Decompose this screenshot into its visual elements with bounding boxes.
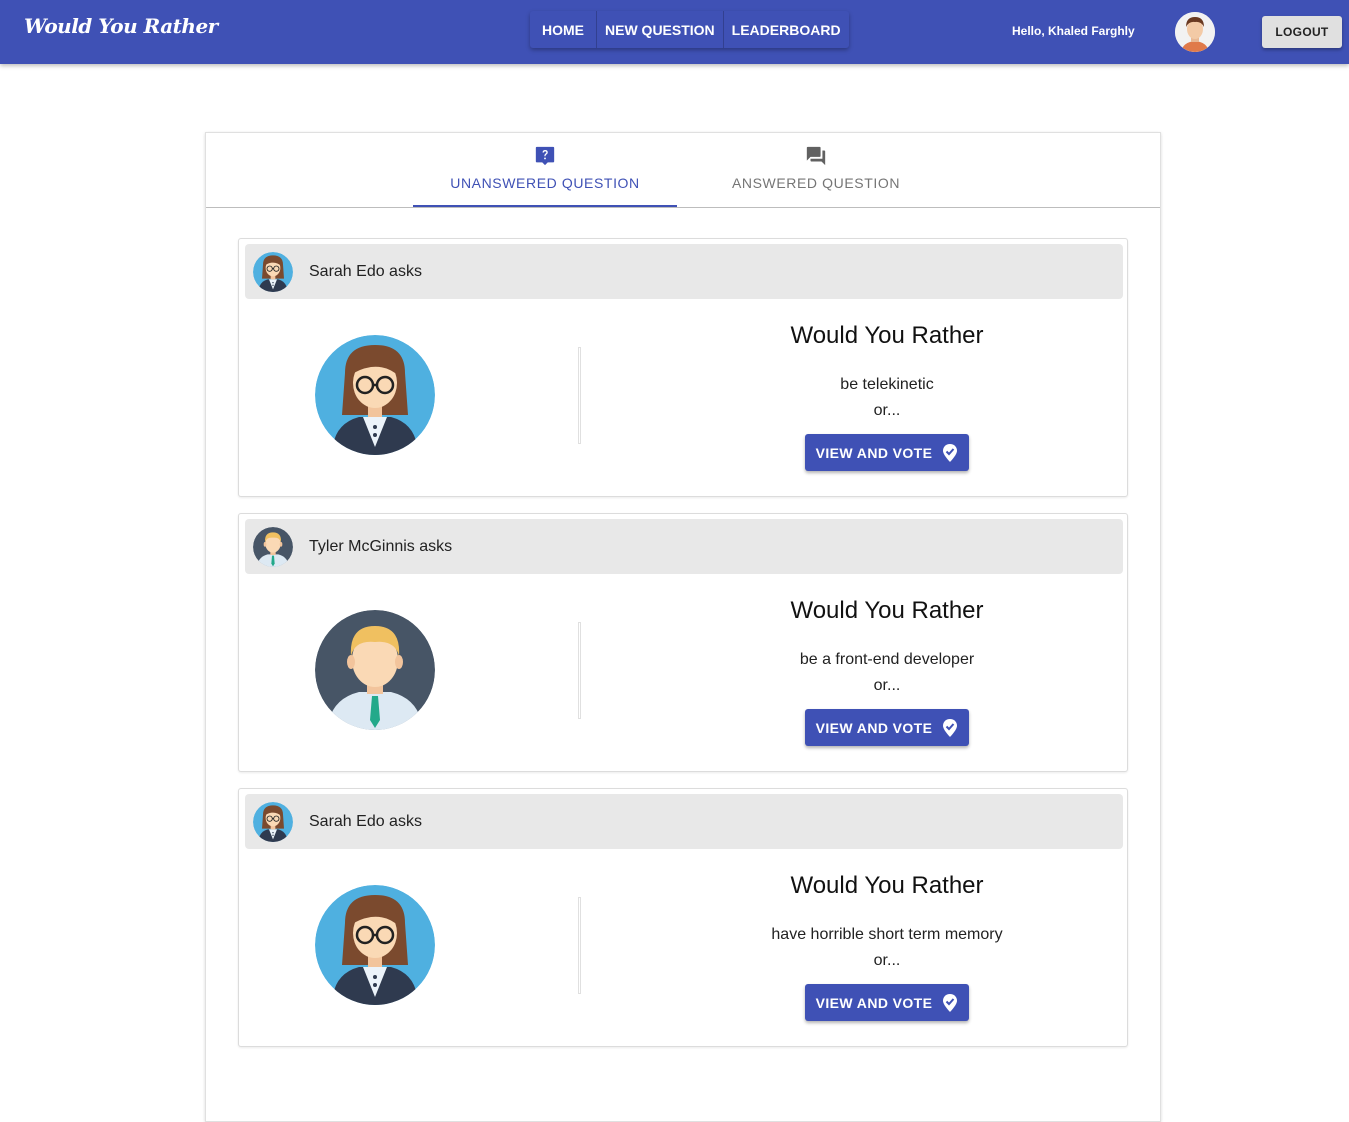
question-or-text: or... [873,402,901,419]
question-option-preview: be telekinetic [840,376,934,393]
question-card: Tyler McGinnis asks Would You Rather be … [238,513,1128,772]
asker-avatar-small [253,527,293,567]
asker-name: Sarah Edo asks [309,813,422,830]
tab-answered-label: ANSWERED QUESTION [731,175,901,191]
asker-avatar-small [253,252,293,292]
question-card: Sarah Edo asks Would You Rather have hor… [238,788,1128,1047]
asker-avatar-large [315,610,435,730]
asker-avatar-small [253,802,293,842]
question-body: Would You Rather be telekinetic or... [737,319,1037,420]
tab-answered[interactable]: ANSWERED QUESTION [684,133,948,207]
vote-check-icon [943,443,958,462]
question-option-preview: have horrible short term memory [771,926,1003,943]
user-greeting: Hello, Khaled Farghly [1012,24,1135,38]
question-option-preview: be a front-end developer [799,651,975,668]
question-card: Sarah Edo asks Would You Rather be telek… [238,238,1128,497]
nav-new-question-button[interactable]: NEW QUESTION [597,11,724,48]
tab-unanswered[interactable]: UNANSWERED QUESTION [413,133,677,207]
question-or-text: or... [873,952,901,969]
nav-leaderboard-button[interactable]: LEADERBOARD [724,11,849,48]
user-avatar[interactable] [1175,12,1215,52]
tab-unanswered-label: UNANSWERED QUESTION [450,175,640,191]
view-and-vote-button[interactable]: VIEW AND VOTE [805,984,969,1021]
question-title: Would You Rather [790,597,984,624]
question-title: Would You Rather [790,872,984,899]
brand-logo[interactable]: Would You Rather [24,14,218,38]
nav-home-button[interactable]: HOME [530,11,597,48]
question-card-header: Tyler McGinnis asks [245,519,1123,574]
asker-avatar-large [315,885,435,1005]
forum-icon [806,146,826,166]
question-card-header: Sarah Edo asks [245,794,1123,849]
asker-name: Tyler McGinnis asks [309,538,453,555]
logout-button[interactable]: LOGOUT [1262,16,1342,48]
vertical-divider [578,897,581,994]
question-body: Would You Rather have horrible short ter… [737,869,1037,970]
question-card-header: Sarah Edo asks [245,244,1123,299]
app-bar: Would You Rather HOME NEW QUESTION LEADE… [0,0,1349,64]
vote-check-icon [943,993,958,1012]
question-tabs: UNANSWERED QUESTION ANSWERED QUESTION [206,133,1160,208]
main-nav: HOME NEW QUESTION LEADERBOARD [530,11,849,48]
vertical-divider [578,622,581,719]
vote-check-icon [943,718,958,737]
view-and-vote-label: VIEW AND VOTE [815,444,933,461]
question-title: Would You Rather [790,322,984,349]
view-and-vote-button[interactable]: VIEW AND VOTE [805,709,969,746]
question-or-text: or... [873,677,901,694]
asker-name: Sarah Edo asks [309,263,422,280]
view-and-vote-label: VIEW AND VOTE [815,719,933,736]
questions-panel: UNANSWERED QUESTION ANSWERED QUESTION Sa… [205,132,1161,1122]
asker-avatar-large [315,335,435,455]
question-bubble-icon [535,146,555,166]
user-avatar-image [1175,12,1215,52]
view-and-vote-button[interactable]: VIEW AND VOTE [805,434,969,471]
view-and-vote-label: VIEW AND VOTE [815,994,933,1011]
question-body: Would You Rather be a front-end develope… [737,594,1037,695]
vertical-divider [578,347,581,444]
